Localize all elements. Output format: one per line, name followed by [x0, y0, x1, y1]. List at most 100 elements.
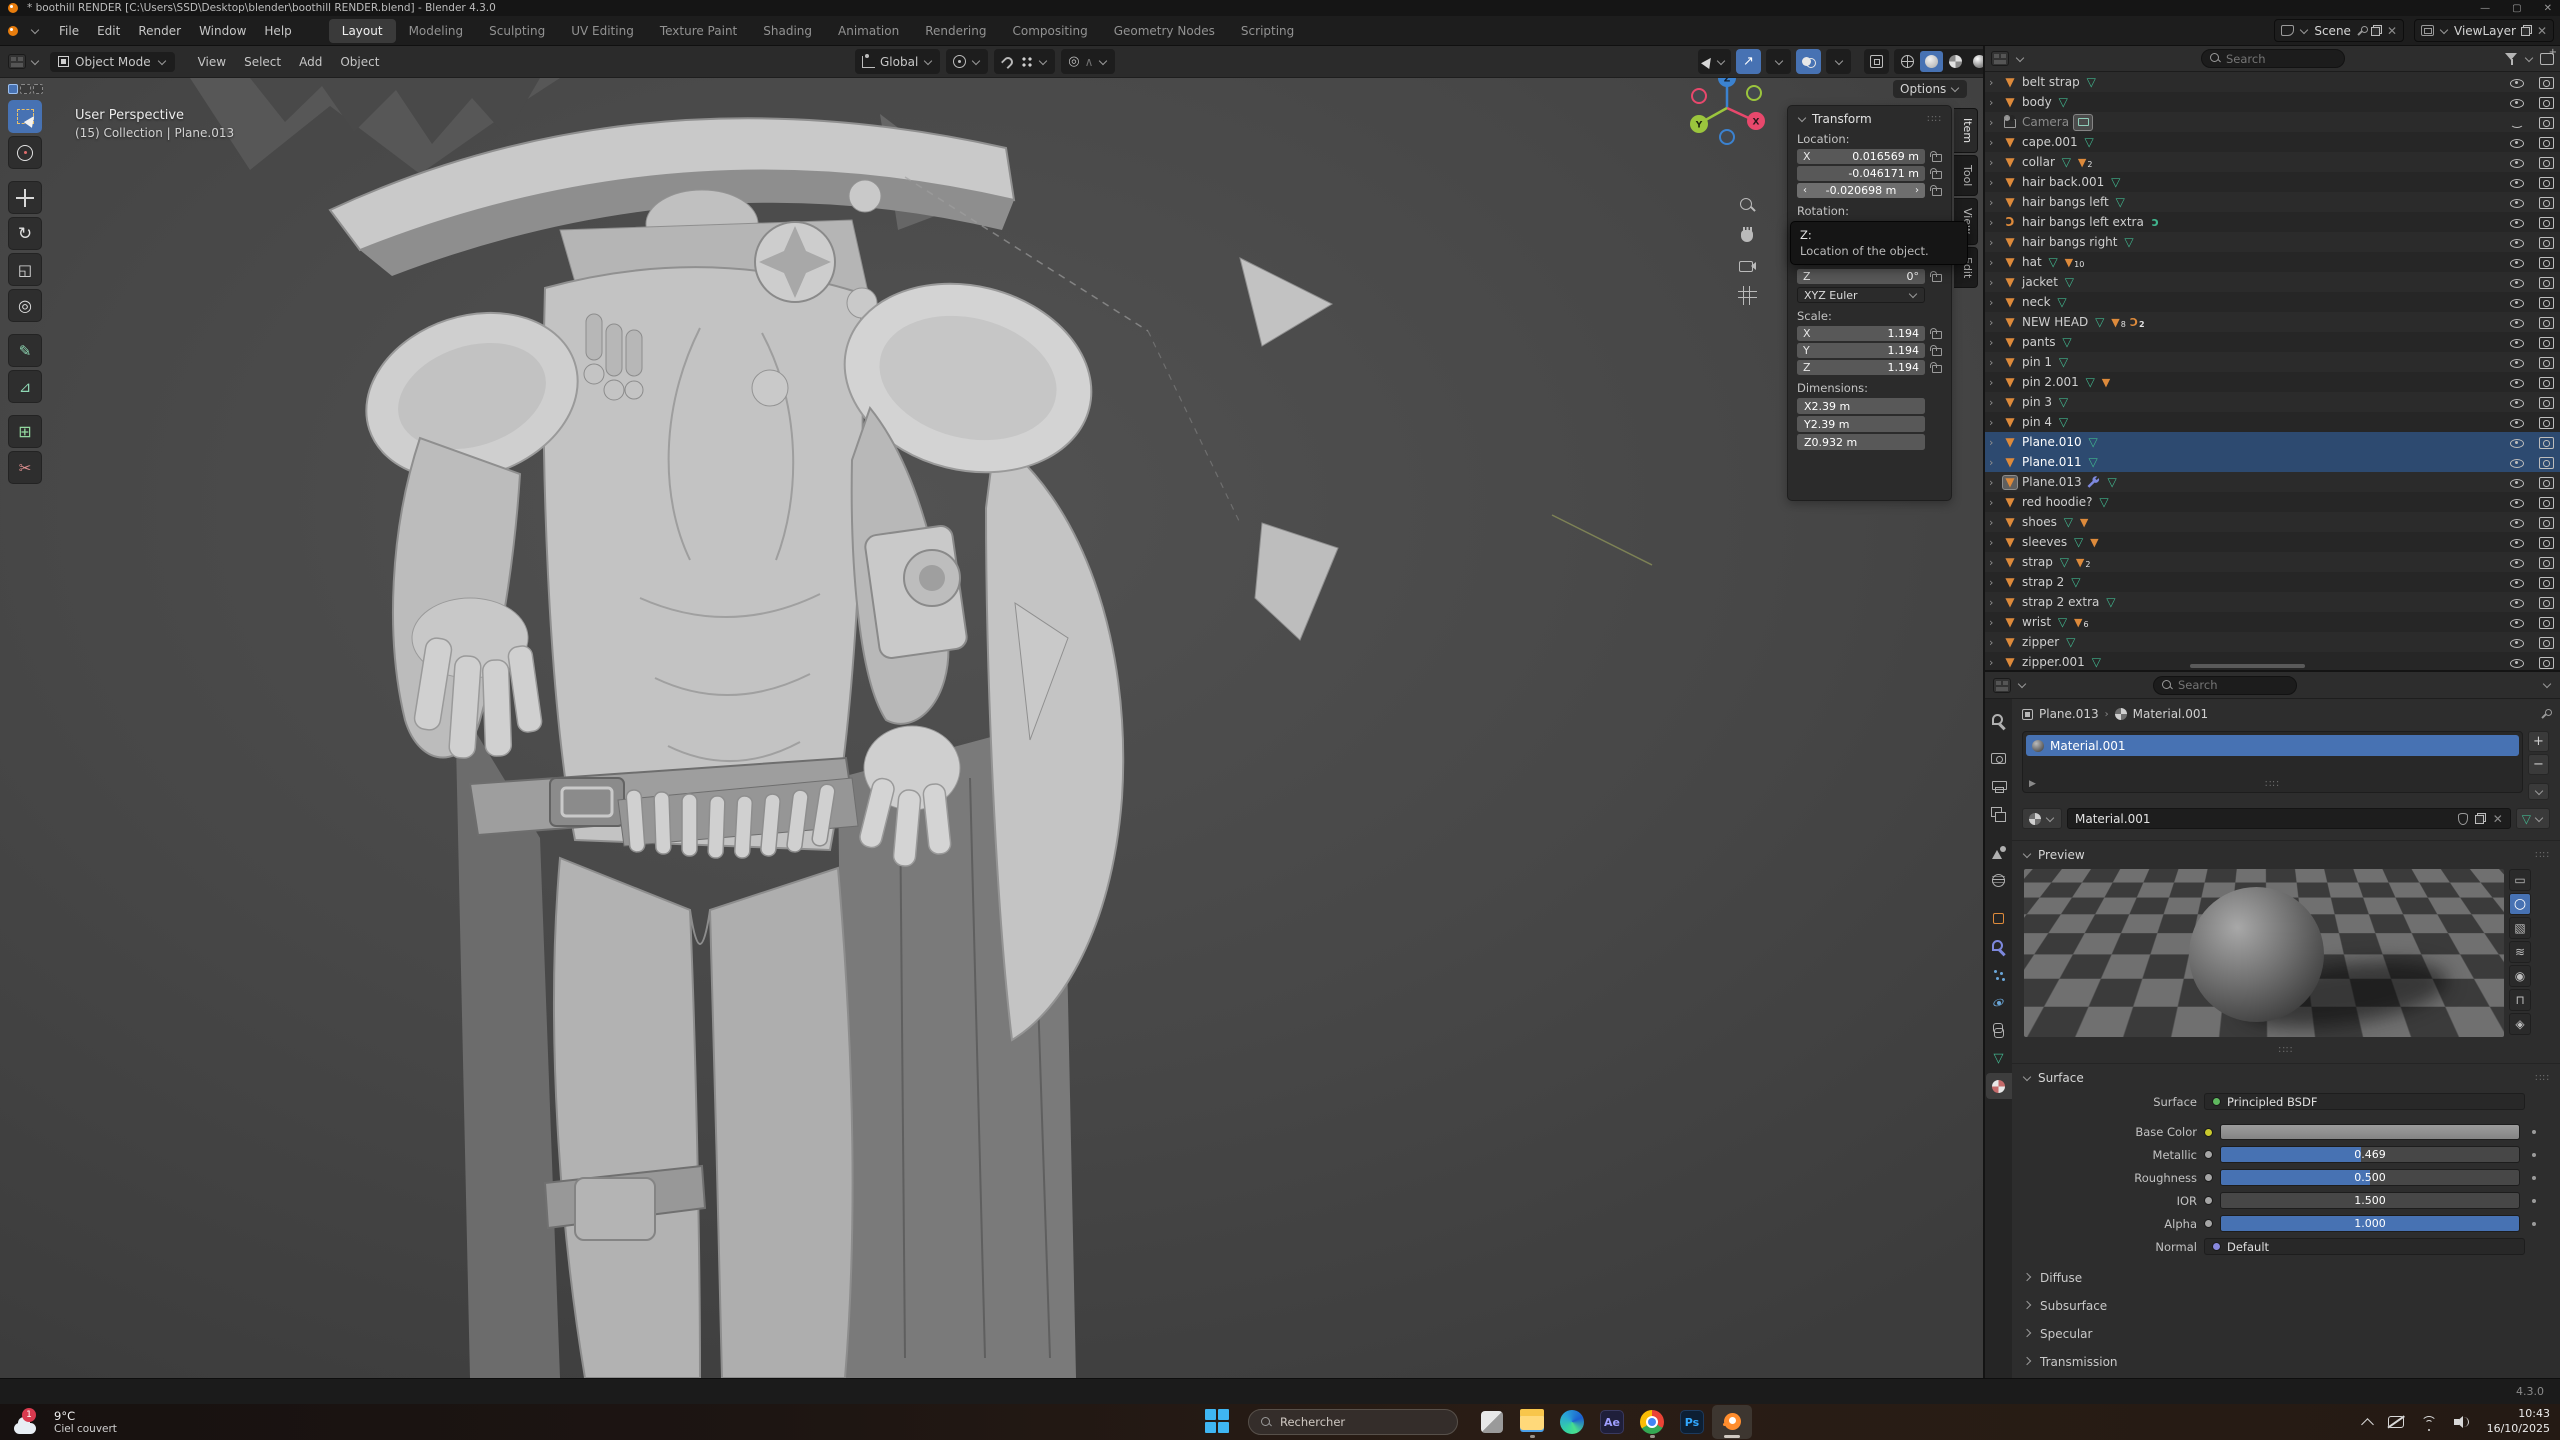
object-name[interactable]: collar — [2022, 155, 2055, 169]
editor-type-icon[interactable] — [8, 54, 26, 69]
tray-expand-icon[interactable] — [2361, 1418, 2374, 1431]
hide-viewport-icon[interactable] — [2509, 375, 2525, 390]
taskbar-app[interactable] — [1632, 1405, 1672, 1439]
tool-button[interactable] — [8, 415, 42, 448]
expand-icon[interactable]: › — [1989, 476, 1998, 489]
preview-shape-button[interactable] — [2509, 869, 2531, 891]
hide-viewport-icon[interactable] — [2509, 275, 2525, 290]
outliner-item[interactable]: › strap 2 extra — [1985, 592, 2560, 612]
outliner-item[interactable]: › hair bangs left extra — [1985, 212, 2560, 232]
hide-viewport-icon[interactable] — [2509, 115, 2525, 130]
lock-icon[interactable] — [1930, 185, 1942, 197]
expand-icon[interactable]: › — [1989, 536, 1998, 549]
disable-render-icon[interactable] — [2538, 315, 2554, 330]
outliner-item[interactable]: › pants — [1985, 332, 2560, 352]
collapsed-subpanel[interactable]: Specular — [2012, 1320, 2560, 1348]
expand-icon[interactable]: › — [1989, 416, 1998, 429]
outliner-item[interactable]: › neck — [1985, 292, 2560, 312]
object-name[interactable]: hair back.001 — [2022, 175, 2104, 189]
outliner-item[interactable]: › cape.001 — [1985, 132, 2560, 152]
disable-render-icon[interactable] — [2538, 135, 2554, 150]
keyframe-dot-icon[interactable] — [2532, 1153, 2536, 1157]
workspace-tab[interactable]: Rendering — [912, 19, 999, 43]
viewport-3d[interactable]: Object Mode ViewSelectAddObject Global ◎… — [0, 46, 1985, 1378]
material-slot-list[interactable]: Material.001 ▶ ∷∷ — [2022, 731, 2523, 793]
outliner-item[interactable]: › body — [1985, 92, 2560, 112]
close-button[interactable]: ✕ — [2544, 3, 2552, 14]
duplicate-material-icon[interactable] — [2475, 813, 2486, 824]
scale-field[interactable]: X1.194 — [1797, 326, 1925, 341]
disable-render-icon[interactable] — [2538, 635, 2554, 650]
expand-icon[interactable]: › — [1989, 556, 1998, 569]
expand-icon[interactable]: › — [1989, 496, 1998, 509]
disable-render-icon[interactable] — [2538, 555, 2554, 570]
hide-viewport-icon[interactable] — [2509, 635, 2525, 650]
object-name[interactable]: pin 3 — [2022, 395, 2052, 409]
view-layer-selector[interactable]: ViewLayer ✕ — [2414, 19, 2554, 42]
dimension-field[interactable]: Z0.932 m — [1797, 434, 1925, 450]
expand-icon[interactable]: › — [1989, 616, 1998, 629]
value-slider[interactable]: 1.500 — [2220, 1192, 2520, 1209]
chevron-down-icon[interactable] — [2543, 680, 2551, 688]
outliner-item[interactable]: › hat ▼10 — [1985, 252, 2560, 272]
workspace-tab[interactable]: UV Editing — [558, 19, 647, 43]
properties-tab[interactable] — [1986, 1073, 2012, 1099]
properties-tab[interactable] — [1986, 867, 2012, 893]
tool-button[interactable] — [8, 334, 42, 367]
outliner-item[interactable]: › Camera — [1985, 112, 2560, 132]
drag-grip-icon[interactable]: ∷∷ — [1927, 114, 1942, 125]
pan-hand-icon[interactable] — [1738, 226, 1757, 245]
overlays-toggle[interactable] — [1796, 49, 1821, 74]
xray-toggle[interactable] — [1864, 49, 1889, 74]
expand-icon[interactable]: › — [1989, 576, 1998, 589]
outliner-item[interactable]: › collar ▼2 — [1985, 152, 2560, 172]
keyframe-dot-icon[interactable] — [2532, 1130, 2536, 1134]
keyframe-dot-icon[interactable] — [2532, 1199, 2536, 1203]
material-slot-selected[interactable]: Material.001 — [2026, 735, 2519, 756]
disable-render-icon[interactable] — [2538, 595, 2554, 610]
disable-render-icon[interactable] — [2538, 215, 2554, 230]
outliner-item[interactable]: › Plane.013 — [1985, 472, 2560, 492]
hide-viewport-icon[interactable] — [2509, 615, 2525, 630]
menu-item[interactable]: Render — [129, 20, 190, 42]
wifi-icon[interactable] — [2420, 1415, 2438, 1429]
outliner-item[interactable]: › hair bangs right — [1985, 232, 2560, 252]
dimension-field[interactable]: X2.39 m — [1797, 398, 1925, 414]
clock[interactable]: 10:43 16/10/2025 — [2487, 1407, 2550, 1437]
gizmo-toggle[interactable]: ↗ — [1736, 49, 1761, 74]
expand-icon[interactable]: › — [1989, 636, 1998, 649]
location-y-field[interactable]: -0.046171 m — [1797, 166, 1925, 181]
value-slider[interactable]: 0.500 — [2220, 1169, 2520, 1186]
sidebar-tab[interactable]: Item — [1954, 108, 1978, 153]
taskbar-search-input[interactable] — [1280, 1415, 1410, 1429]
menu-item[interactable]: File — [50, 20, 88, 42]
tool-button[interactable] — [8, 136, 42, 169]
hide-viewport-icon[interactable] — [2509, 195, 2525, 210]
taskbar-search[interactable] — [1248, 1409, 1458, 1435]
disable-render-icon[interactable] — [2538, 455, 2554, 470]
workspace-tab[interactable]: Geometry Nodes — [1101, 19, 1228, 43]
options-dropdown[interactable]: Options — [1893, 80, 1967, 98]
tool-button[interactable] — [8, 289, 42, 322]
dimension-field[interactable]: Y2.39 m — [1797, 416, 1925, 432]
surface-shader-field[interactable]: Principled BSDF — [2204, 1093, 2525, 1110]
material-browse-dropdown[interactable] — [2022, 808, 2062, 829]
object-name[interactable]: strap 2 — [2022, 575, 2064, 589]
hide-viewport-icon[interactable] — [2509, 475, 2525, 490]
disable-render-icon[interactable] — [2538, 515, 2554, 530]
hide-viewport-icon[interactable] — [2509, 495, 2525, 510]
workspace-tab[interactable]: Layout — [329, 19, 396, 43]
expand-icon[interactable]: › — [1989, 516, 1998, 529]
tool-button[interactable] — [8, 100, 42, 133]
shading-rendered-button[interactable] — [1968, 51, 1985, 72]
workspace-tab[interactable]: Modeling — [396, 19, 477, 43]
hide-viewport-icon[interactable] — [2509, 135, 2525, 150]
taskbar-app[interactable]: Ps — [1672, 1405, 1712, 1439]
disable-render-icon[interactable] — [2538, 395, 2554, 410]
taskbar-app[interactable] — [1712, 1405, 1752, 1439]
disable-render-icon[interactable] — [2538, 375, 2554, 390]
taskbar-app[interactable]: Ae — [1592, 1405, 1632, 1439]
object-name[interactable]: Camera — [2022, 115, 2069, 129]
resize-grip-icon[interactable]: ∷∷ — [2265, 779, 2280, 790]
preview-shape-button[interactable] — [2509, 893, 2531, 915]
